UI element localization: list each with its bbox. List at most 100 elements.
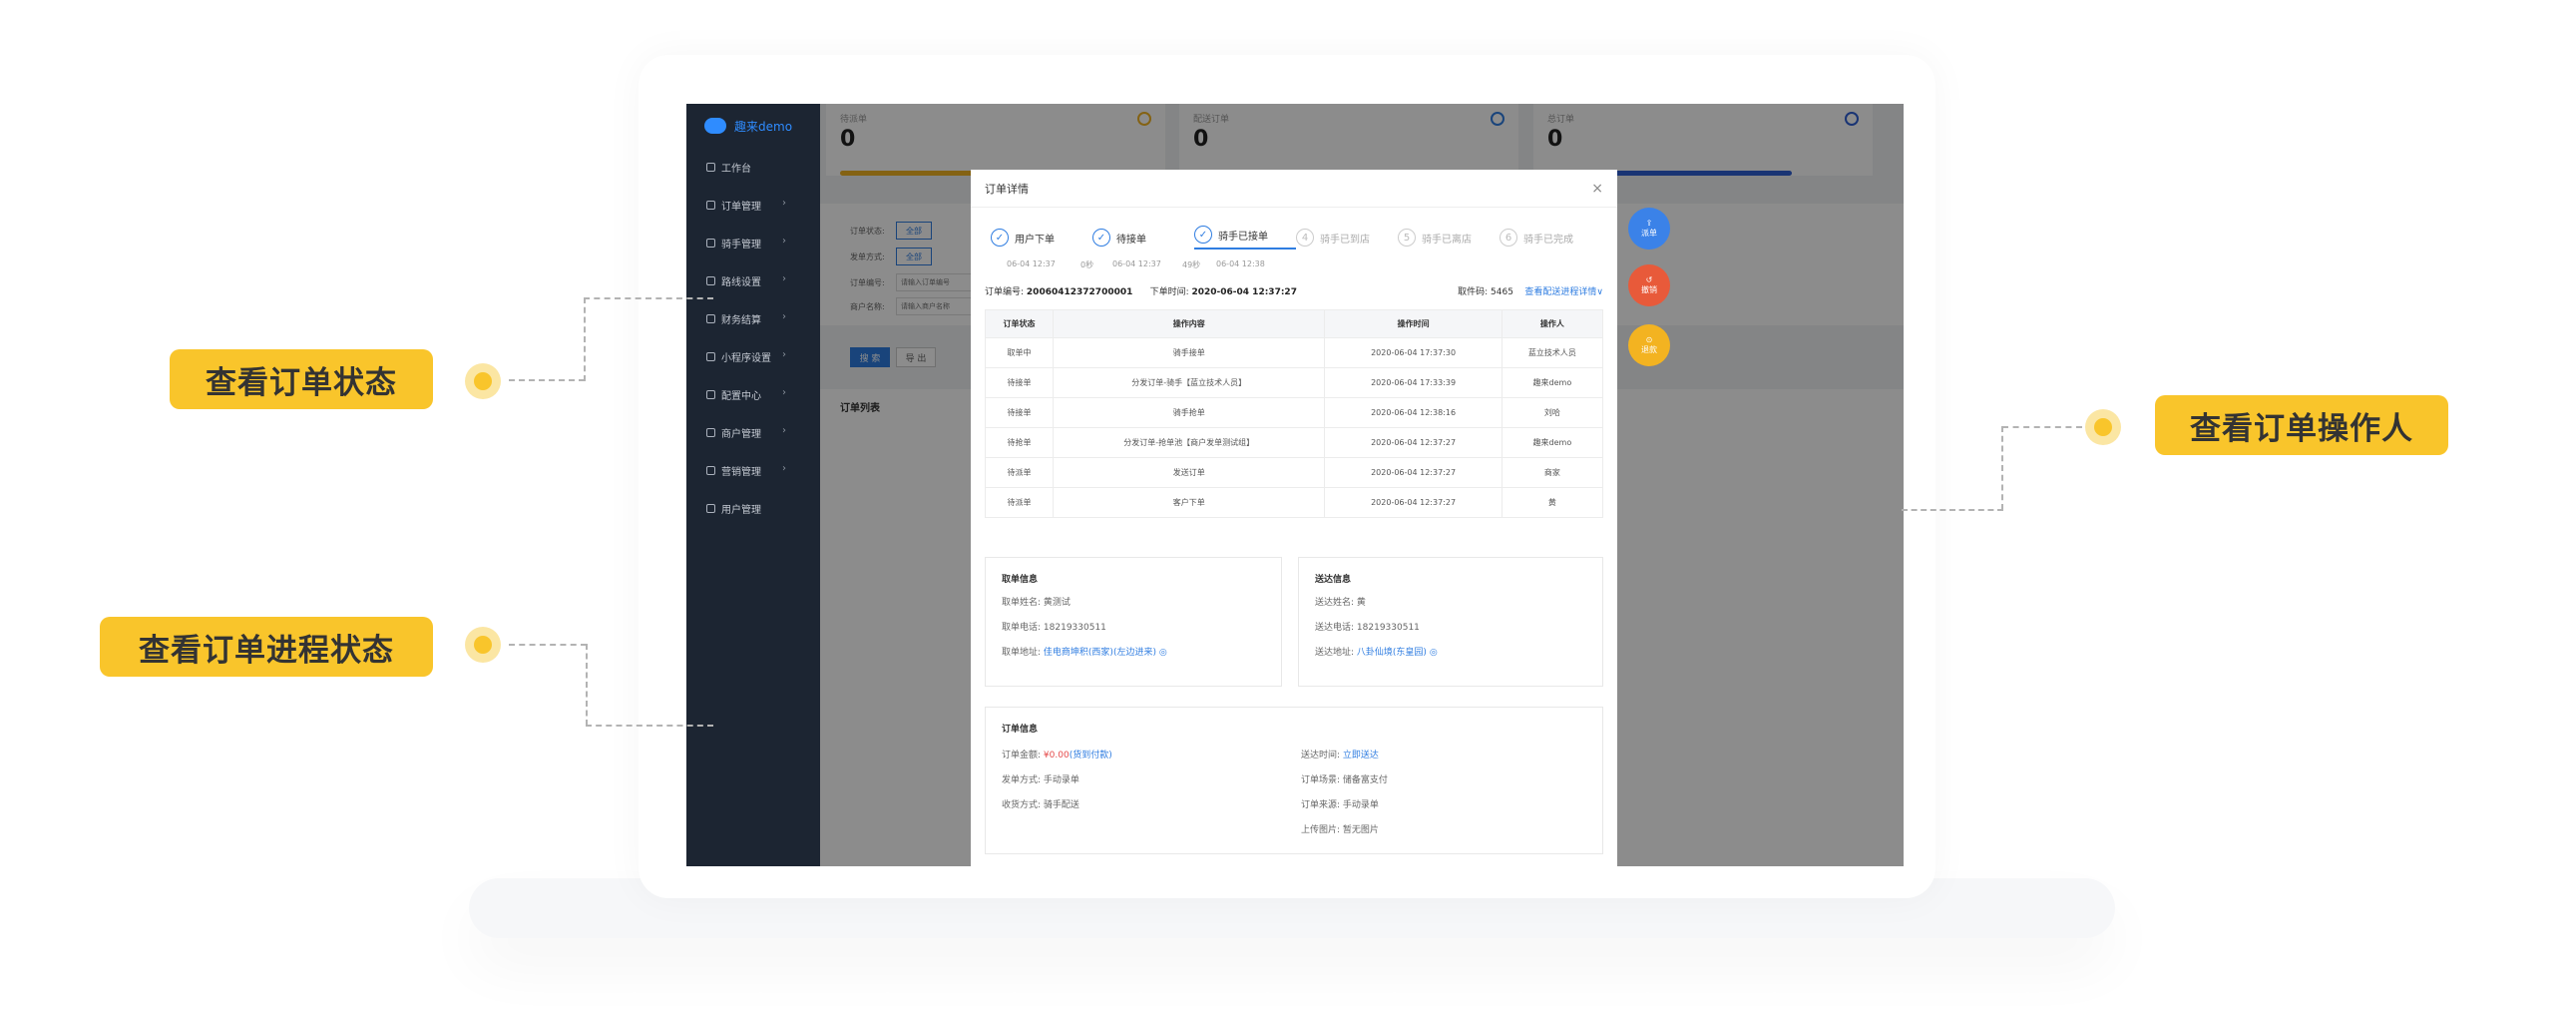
refund-fab-button[interactable]: ⊙ 退款	[1628, 324, 1670, 366]
step-label: 待接单	[1116, 234, 1146, 246]
sidebar-item-marketing[interactable]: 营销管理 ›	[686, 451, 820, 489]
home-icon	[706, 162, 715, 172]
revoke-fab-button[interactable]: ↺ 撤销	[1628, 264, 1670, 306]
delivery-addr-row: 送达地址: 八卦仙境(东皇园) ◎	[1315, 645, 1586, 658]
delivery-info-box: 送达信息 送达姓名: 黄 送达电话: 18219330511 送达地址: 八卦仙…	[1298, 557, 1603, 687]
sidebar-item-label: 订单管理	[721, 201, 761, 213]
sidebar-item-finance[interactable]: 财务结算 ›	[686, 299, 820, 337]
table-cell: 2020-06-04 12:37:27	[1324, 427, 1503, 458]
operation-log-table: 订单状态 操作内容 操作时间 操作人 取单中 骑手接单 2020-06-04 17:…	[984, 309, 1604, 518]
sidebar-item-workbench[interactable]: 工作台	[686, 148, 820, 186]
sidebar-item-routes[interactable]: 路线设置 ›	[686, 261, 820, 299]
sidebar-item-config[interactable]: 配置中心 ›	[686, 375, 820, 413]
delivery-address-link[interactable]: 八卦仙境(东皇园)	[1357, 648, 1427, 658]
table-cell: 发送订单	[1053, 457, 1326, 488]
table-cell: 刘哈	[1501, 397, 1604, 428]
sidebar-item-label: 路线设置	[721, 276, 761, 288]
modal-header: 订单详情 ×	[971, 170, 1617, 208]
check-icon: ✓	[1194, 226, 1212, 244]
order-no-label: 订单编号:	[985, 287, 1025, 297]
logo-mark-icon	[704, 118, 726, 134]
source-row: 订单来源: 手动录单	[1301, 797, 1388, 810]
sidebar-item-label: 财务结算	[721, 314, 761, 326]
delivery-phone-row: 送达电话: 18219330511	[1315, 620, 1586, 633]
user-icon	[706, 503, 715, 513]
callout-order-progress: 查看订单进程状态	[100, 617, 433, 677]
field-value: 手动录单	[1342, 800, 1379, 810]
table-row: 取单中 骑手接单 2020-06-04 17:37:30 蓝立技术人员	[984, 337, 1604, 368]
connector-line	[584, 297, 713, 299]
callout-pin	[465, 363, 501, 399]
dispatch-fab-button[interactable]: ⇪ 派单	[1628, 208, 1670, 250]
sidebar-item-users[interactable]: 用户管理	[686, 489, 820, 527]
refund-icon: ⊙	[1645, 335, 1653, 344]
issue-row: 发单方式: 手动录单	[1002, 772, 1112, 785]
table-cell: 2020-06-04 17:33:39	[1324, 367, 1503, 398]
step-label: 用户下单	[1015, 234, 1055, 246]
connector-line	[586, 644, 588, 726]
step-label: 骑手已到店	[1320, 234, 1370, 246]
chevron-right-icon: ›	[782, 236, 786, 247]
chevron-right-icon: ›	[782, 463, 786, 474]
table-cell: 商家	[1501, 457, 1604, 488]
close-icon[interactable]: ×	[1591, 181, 1603, 197]
scene-row: 订单场景: 储备富支付	[1301, 772, 1388, 785]
marketing-icon	[706, 465, 715, 475]
dispatch-icon: ⇪	[1645, 219, 1653, 228]
table-cell: 趣来demo	[1501, 427, 1604, 458]
step-label: 骑手已接单	[1218, 231, 1268, 243]
check-icon: ✓	[991, 229, 1009, 247]
sidebar-item-label: 配置中心	[721, 390, 761, 402]
sidebar-item-riders[interactable]: 骑手管理 ›	[686, 224, 820, 261]
location-icon: ◎	[1429, 648, 1438, 658]
pickup-code-label: 取件码:	[1458, 287, 1489, 297]
pickup-address-link[interactable]: 佳电商坤积(西家)(左边进来)	[1044, 648, 1156, 658]
connector-line	[586, 725, 713, 727]
callout-pin	[2085, 409, 2121, 445]
step-time: 49秒	[1182, 260, 1201, 269]
table-cell: 黄	[1501, 487, 1604, 518]
order-info-box: 订单信息 订单金额: ¥0.00(货到付款) 发单方式: 手动录单 收货方式: …	[985, 707, 1603, 854]
shop-icon	[706, 427, 715, 437]
table-header: 操作时间	[1324, 309, 1503, 338]
progress-detail-link[interactable]: 查看配送进程详情∨	[1524, 287, 1603, 297]
modal-title: 订单详情	[985, 182, 1029, 196]
table-row: 待接单 分发订单-骑手【蓝立技术人员】 2020-06-04 17:33:39 趣来d…	[984, 367, 1604, 398]
callout-order-status: 查看订单状态	[170, 349, 433, 409]
table-cell: 待接单	[984, 367, 1055, 398]
table-row: 待派单 客户下单 2020-06-04 12:37:27 黄	[984, 487, 1604, 518]
step-label: 骑手已完成	[1523, 234, 1573, 246]
step-time: 0秒	[1080, 260, 1094, 269]
table-row: 待接单 骑手抢单 2020-06-04 12:38:16 刘哈	[984, 397, 1604, 428]
table-cell: 待抢单	[984, 427, 1055, 458]
route-icon	[706, 275, 715, 285]
field-value: 18219330511	[1356, 623, 1420, 633]
field-label: 取单地址:	[1002, 648, 1042, 658]
order-no-value: 20060412372700001	[1026, 287, 1133, 297]
sidebar-item-merchants[interactable]: 商户管理 ›	[686, 413, 820, 451]
connector-line	[509, 644, 587, 646]
table-row: 待抢单 分发订单-抢单池【商户发单测试组】 2020-06-04 12:37:27 趣…	[984, 427, 1604, 458]
fab-label: 撤销	[1641, 285, 1657, 294]
sidebar-item-label: 营销管理	[721, 466, 761, 478]
delivery-info-title: 送达信息	[1315, 575, 1352, 585]
pickup-info-title: 取单信息	[1002, 575, 1039, 585]
step-number: 5	[1398, 229, 1416, 247]
miniapp-icon	[706, 351, 715, 361]
connector-line	[584, 297, 586, 381]
location-icon: ◎	[1158, 648, 1167, 658]
sidebar-item-orders[interactable]: 订单管理 ›	[686, 186, 820, 224]
table-cell: 蓝立技术人员	[1501, 337, 1604, 368]
sidebar-item-label: 骑手管理	[721, 239, 761, 251]
step-left-store: 5 骑手已离店	[1398, 226, 1500, 250]
order-info-left: 订单金额: ¥0.00(货到付款) 发单方式: 手动录单 收货方式: 骑手配送	[1002, 748, 1112, 822]
sidebar-item-miniapp[interactable]: 小程序设置 ›	[686, 337, 820, 375]
order-info-right: 送达时间: 立即送达 订单场景: 储备富支付 订单来源: 手动录单 上传图片: …	[1301, 748, 1388, 847]
revoke-icon: ↺	[1645, 275, 1653, 284]
step-awaiting-accept: ✓ 待接单	[1092, 226, 1194, 250]
connector-line	[2002, 426, 2082, 428]
pickup-addr-row: 取单地址: 佳电商坤积(西家)(左边进来) ◎	[1002, 645, 1265, 658]
table-cell: 待派单	[984, 457, 1055, 488]
table-cell: 待接单	[984, 397, 1055, 428]
field-label: 送达时间:	[1301, 751, 1341, 760]
